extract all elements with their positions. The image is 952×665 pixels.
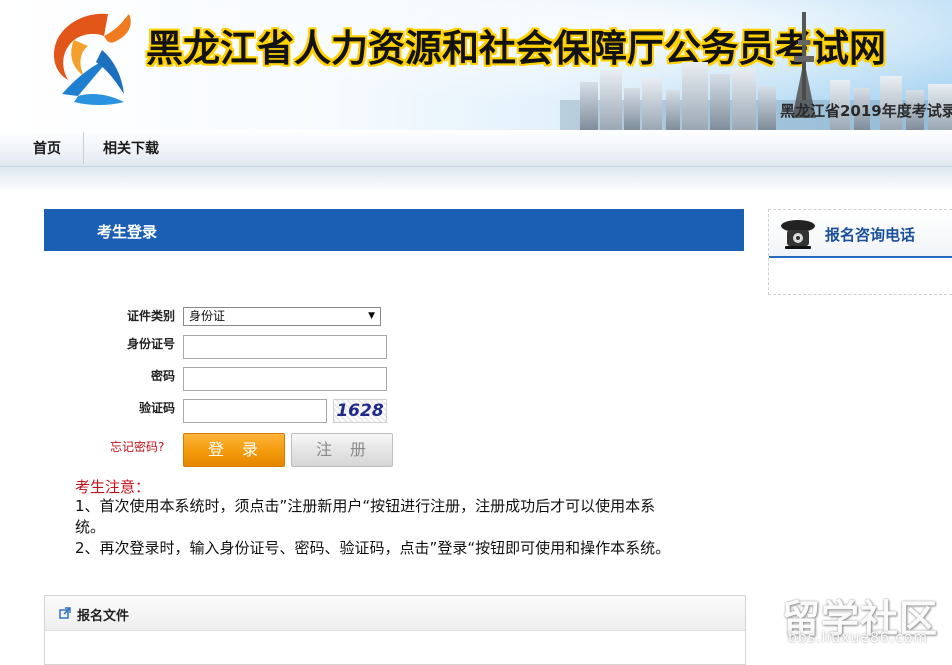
nav-item-home[interactable]: 首页 (33, 138, 61, 158)
captcha-label: 验证码 (138, 401, 175, 415)
captcha-input[interactable] (183, 399, 327, 423)
hotline-title: 报名咨询电话 (825, 226, 916, 244)
nav-item-downloads[interactable]: 相关下载 (103, 138, 159, 158)
watermark-url: bbs.liuxue86.com (788, 630, 929, 646)
id-type-selected-value: 身份证 (189, 309, 226, 323)
telephone-icon (781, 220, 815, 249)
notice-title: 考生注意： (75, 478, 151, 496)
registration-files-panel: 报名文件 (44, 595, 746, 665)
dragon-logo-icon (53, 9, 136, 105)
forgot-password-link[interactable]: 忘记密码? (110, 438, 164, 455)
register-button[interactable]: 注册 (291, 433, 393, 467)
login-panel-header: 考生登录 (44, 209, 744, 251)
main-nav: 首页 相关下载 (0, 130, 952, 167)
hotline-panel: 报名咨询电话 (768, 209, 952, 295)
notice-line-1-cont: 统。 (75, 518, 106, 536)
scrolling-notice[interactable]: 黑龙江省2019年度考试录 (780, 100, 952, 121)
registration-files-title: 报名文件 (77, 609, 130, 624)
registration-files-header: 报名文件 (45, 596, 745, 631)
password-label: 密码 (150, 369, 175, 383)
login-button[interactable]: 登录 (183, 433, 285, 467)
nav-divider (83, 132, 84, 164)
id-number-input[interactable] (183, 335, 387, 359)
hotline-panel-header: 报名咨询电话 (769, 210, 952, 258)
dropdown-arrow-icon: ▼ (368, 311, 375, 321)
id-type-select[interactable]: 身份证 ▼ (183, 307, 381, 326)
id-type-label: 证件类别 (126, 309, 175, 323)
id-number-label: 身份证号 (126, 337, 175, 351)
external-link-icon (59, 607, 71, 619)
captcha-image[interactable]: 1628 (333, 399, 387, 423)
notice-line-1: 1、首次使用本系统时，须点击”注册新用户“按钮进行注册，注册成功后才可以使用本系 (75, 497, 656, 515)
password-input[interactable] (183, 367, 387, 391)
login-panel-title: 考生登录 (97, 223, 158, 241)
header-banner: 黑龙江省人力资源和社会保障厅公务员考试网 黑龙江省2019年度考试录 (0, 0, 952, 130)
notice-line-2: 2、再次登录时，输入身份证号、密码、验证码，点击”登录“按钮即可使用和操作本系统… (75, 539, 671, 557)
nav-shadow-band (0, 167, 952, 193)
